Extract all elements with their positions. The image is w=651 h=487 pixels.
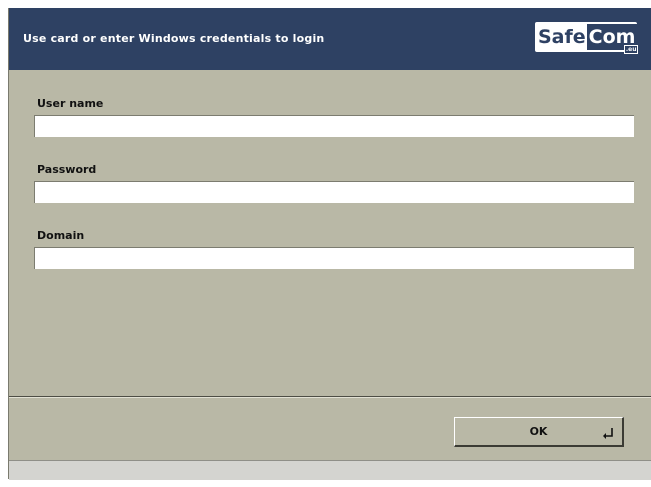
domain-label: Domain <box>37 229 85 242</box>
login-instruction-title: Use card or enter Windows credentials to… <box>23 32 325 45</box>
enter-return-icon <box>603 428 613 439</box>
password-label: Password <box>37 163 97 176</box>
logo-text-eu: .eu <box>623 45 639 54</box>
password-input[interactable] <box>34 181 634 203</box>
logo-text-safe: Safe <box>538 26 586 48</box>
safecom-logo: Safe Com .eu <box>535 22 639 54</box>
username-label: User name <box>37 97 104 110</box>
status-bar <box>9 460 651 480</box>
footer-divider <box>9 396 651 398</box>
header-bar: Use card or enter Windows credentials to… <box>9 8 651 70</box>
domain-input[interactable] <box>34 247 634 269</box>
logo-text-com: Com .eu <box>586 24 639 54</box>
username-input[interactable] <box>34 115 634 137</box>
ok-button-label: OK <box>529 425 548 438</box>
ok-button[interactable]: OK <box>454 417 624 447</box>
login-window: Use card or enter Windows credentials to… <box>8 8 651 480</box>
